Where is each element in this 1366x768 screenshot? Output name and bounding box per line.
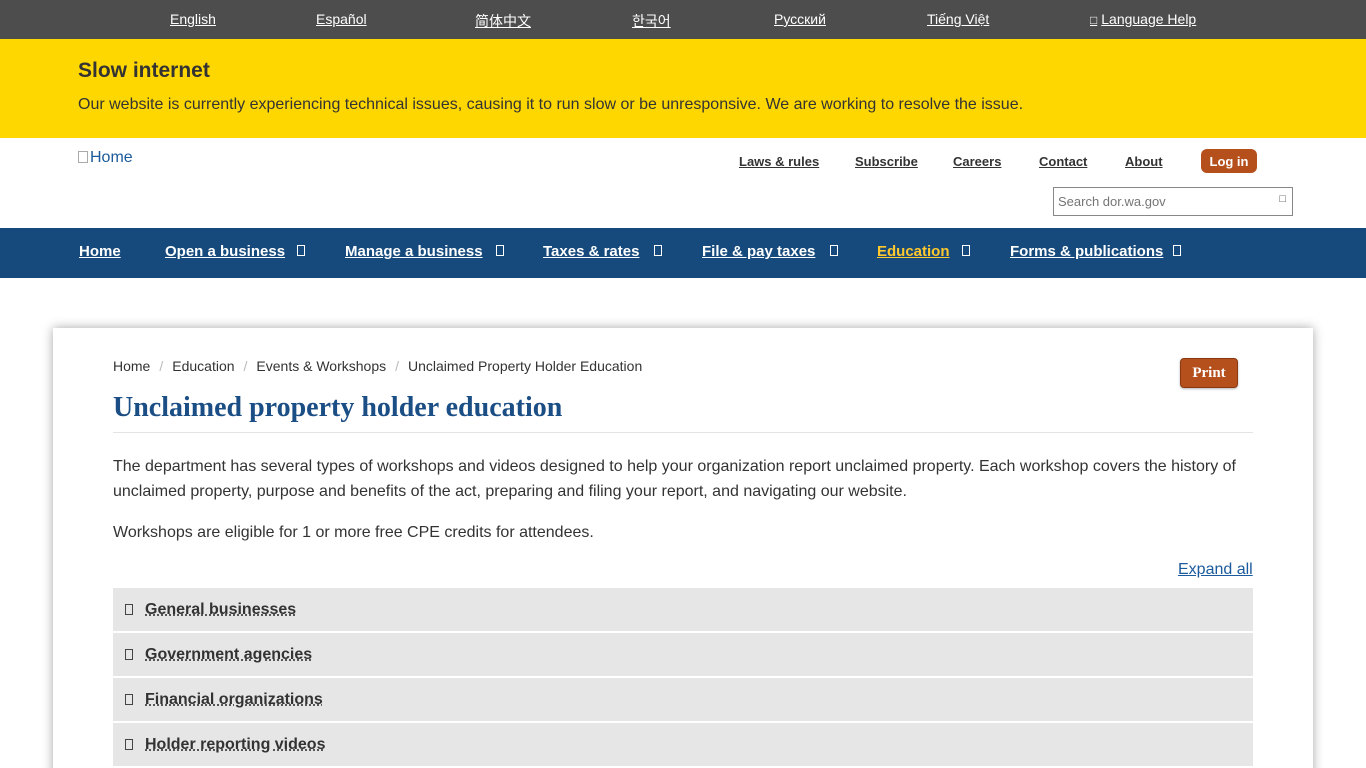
intro-paragraph: The department has several types of work… [113, 458, 1236, 500]
nav-taxes-rates-dropdown-icon[interactable] [654, 245, 662, 256]
search-box: □ [1053, 187, 1293, 216]
expand-icon [125, 694, 133, 705]
laws-rules-link[interactable]: Laws & rules [739, 154, 819, 169]
about-link[interactable]: About [1125, 154, 1163, 169]
search-input[interactable] [1058, 194, 1268, 209]
expand-all-link[interactable]: Expand all [1178, 561, 1253, 579]
nav-forms-publications-dropdown-icon[interactable] [1173, 245, 1181, 256]
nav-file-pay-taxes-dropdown-icon[interactable] [830, 245, 838, 256]
lang-korean-link[interactable]: 한국어 [632, 11, 671, 31]
contact-link[interactable]: Contact [1039, 154, 1087, 169]
accordion-general-businesses[interactable]: General businesses [113, 588, 1253, 631]
breadcrumb-education[interactable]: Education [172, 358, 234, 374]
language-help-link[interactable]: □ Language Help [1090, 11, 1196, 27]
lang-russian-link[interactable]: Русский [774, 11, 826, 27]
breadcrumb-current: Unclaimed Property Holder Education [408, 358, 643, 374]
nav-manage-a-business[interactable]: Manage a business [345, 243, 483, 260]
lang-spanish-link[interactable]: Español [316, 11, 367, 27]
lang-vietnamese-link[interactable]: Tiếng Việt [927, 11, 989, 27]
search-icon[interactable]: □ [1279, 193, 1286, 205]
nav-open-a-business-dropdown-icon[interactable] [297, 245, 305, 256]
nav-education[interactable]: Education [877, 243, 950, 260]
accordion-financial-organizations[interactable]: Financial organizations [113, 678, 1253, 721]
page-title: Unclaimed property holder education [113, 392, 563, 423]
breadcrumb-home[interactable]: Home [113, 358, 150, 374]
nav-home[interactable]: Home [79, 243, 121, 260]
breadcrumb-events-workshops[interactable]: Events & Workshops [256, 358, 386, 374]
subscribe-link[interactable]: Subscribe [855, 154, 918, 169]
alert-message: Our website is currently experiencing te… [78, 96, 1024, 113]
breadcrumb: Home / Education / Events & Workshops / Unclai… [113, 358, 643, 374]
home-logo-link[interactable]: Home [78, 149, 133, 167]
broken-image-icon [78, 151, 88, 163]
careers-link[interactable]: Careers [953, 154, 1001, 169]
nav-taxes-rates[interactable]: Taxes & rates [543, 243, 639, 260]
language-bar: English Español 简体中文 한국어 Русский Tiếng V… [0, 0, 1366, 39]
lang-chinese-link[interactable]: 简体中文 [475, 11, 531, 31]
accordion-holder-reporting-videos[interactable]: Holder reporting videos [113, 723, 1253, 766]
expand-icon [125, 739, 133, 750]
site-header: Home Laws & rules Subscribe Careers Cont… [0, 138, 1366, 228]
nav-file-pay-taxes[interactable]: File & pay taxes [702, 243, 815, 260]
slow-internet-alert: Slow internet Our website is currently e… [0, 39, 1366, 138]
login-button[interactable]: Log in [1201, 149, 1257, 173]
main-navigation: Home Open a business Manage a business T… [0, 228, 1366, 278]
title-divider [113, 432, 1253, 433]
lang-english-link[interactable]: English [170, 11, 216, 27]
alert-title: Slow internet [78, 59, 210, 82]
nav-education-dropdown-icon[interactable] [962, 245, 970, 256]
accordion-government-agencies[interactable]: Government agencies [113, 633, 1253, 676]
cpe-paragraph: Workshops are eligible for 1 or more fre… [113, 524, 594, 541]
content-card: Home / Education / Events & Workshops / Unclai… [53, 328, 1313, 768]
print-button[interactable]: Print [1180, 358, 1238, 388]
nav-forms-publications[interactable]: Forms & publications [1010, 243, 1163, 260]
expand-icon [125, 649, 133, 660]
expand-icon [125, 604, 133, 615]
nav-open-a-business[interactable]: Open a business [165, 243, 285, 260]
nav-manage-a-business-dropdown-icon[interactable] [496, 245, 504, 256]
globe-icon: □ [1090, 13, 1098, 27]
